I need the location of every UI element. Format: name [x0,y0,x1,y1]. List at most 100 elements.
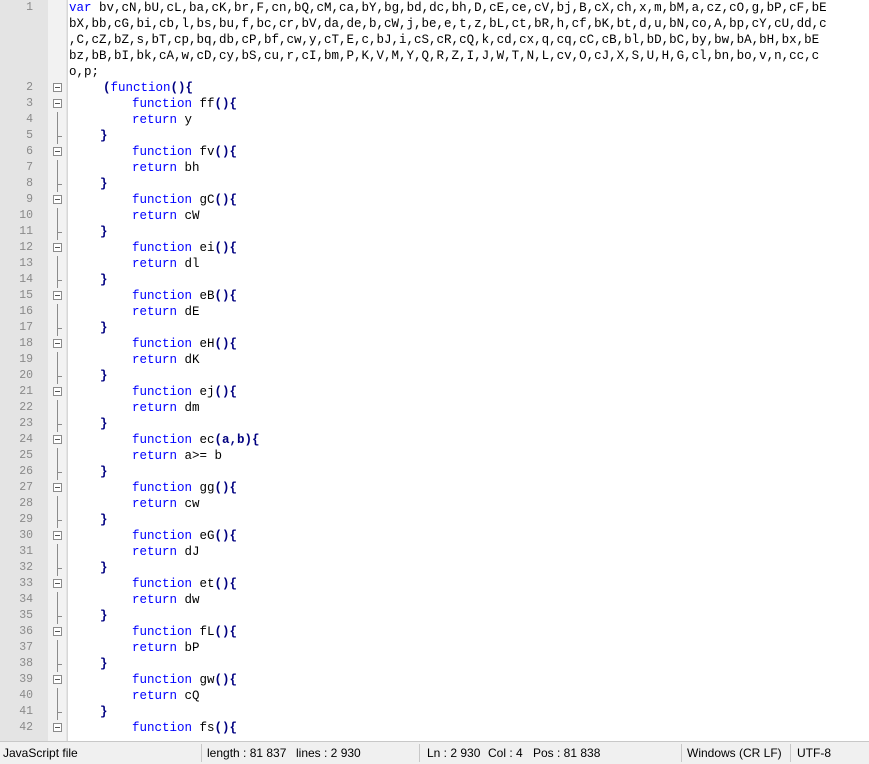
code-line: 33 function et(){ [0,576,869,592]
code-line: 19 return dK [0,352,869,368]
fold-guide [57,112,58,128]
var-list: ,C,cZ,bZ,s,bT,cp,bq,db,cP,bf,cw,y,cT,E,c… [69,33,820,47]
fold-toggle-icon[interactable] [53,96,62,112]
code-line: 12 function ei(){ [0,240,869,256]
code-text: } [100,416,108,432]
code-line: 28 return cw [0,496,869,512]
fold-line [53,496,62,512]
line-number: 20 [19,369,33,382]
brace: } [100,273,108,287]
fold-end-mark [57,280,62,281]
return-value: dm [177,401,200,415]
function-name: gg [192,481,215,495]
keyword: function [132,529,193,543]
code-line: 36 function fL(){ [0,624,869,640]
line-number: 34 [19,593,33,606]
fold-toggle-icon[interactable] [53,480,62,496]
line-number: 12 [19,241,33,254]
code-line: 35} [0,608,869,624]
code-text: return dw [132,592,200,608]
line-number: 31 [19,545,33,558]
keyword: return [132,449,178,463]
fold-guide [57,256,58,272]
fold-line [53,704,62,720]
brace: } [100,705,108,719]
code-text: function ec(a,b){ [132,432,260,448]
code-line: 39 function gw(){ [0,672,869,688]
fold-toggle-icon[interactable] [53,576,62,592]
function-name: ej [192,385,215,399]
code-line: 18 function eH(){ [0,336,869,352]
fold-line [53,560,62,576]
line-number: 8 [26,177,33,190]
minus-icon [53,195,62,204]
code-text: return bh [132,160,200,176]
keyword: function [132,385,193,399]
code-editor[interactable]: 1 var bv,cN,bU,cL,ba,cK,br,F,cn,bQ,cM,ca,… [0,0,869,741]
code-line: 9 function gC(){ [0,192,869,208]
code-text: return cw [132,496,200,512]
fold-toggle-icon[interactable] [53,720,62,736]
fold-toggle-icon[interactable] [53,336,62,352]
return-value: a>= b [177,449,223,463]
line-number: 40 [19,689,33,702]
function-name: gC [192,193,215,207]
code-text: function gw(){ [132,672,237,688]
code-line: 3 function ff(){ [0,96,869,112]
fold-guide [57,688,58,704]
paren: (){ [214,337,238,351]
fold-line [53,304,62,320]
function-name: et [192,577,215,591]
wrapped-segment: bz,bB,bI,bk,cA,w,cD,cy,bS,cu,r,cI,bm,P,K… [69,48,869,64]
code-line: 14} [0,272,869,288]
status-eol-format[interactable]: Windows (CR LF) [687,742,782,764]
brace: } [100,369,108,383]
code-text: function fv(){ [132,144,237,160]
fold-guide [57,208,58,224]
keyword: function [132,145,193,159]
minus-icon [53,531,62,540]
keyword: return [132,353,178,367]
fold-toggle-icon[interactable] [53,672,62,688]
line-number: 27 [19,481,33,494]
line-number: 14 [19,273,33,286]
code-text: } [100,560,108,576]
fold-toggle-icon[interactable] [53,192,62,208]
fold-line [53,512,62,528]
fold-guide [57,352,58,368]
line-number: 35 [19,609,33,622]
fold-guide [57,640,58,656]
fold-line [53,208,62,224]
fold-toggle-icon[interactable] [53,80,62,96]
code-line: 16 return dE [0,304,869,320]
keyword: return [132,401,178,415]
fold-toggle-icon[interactable] [53,144,62,160]
minus-icon [53,243,62,252]
fold-toggle-icon[interactable] [53,528,62,544]
wrapped-segment: var bv,cN,bU,cL,ba,cK,br,F,cn,bQ,cM,ca,b… [69,0,869,16]
fold-end-mark [57,232,62,233]
minus-icon [53,675,62,684]
code-line: 10 return cW [0,208,869,224]
keyword: return [132,641,178,655]
fold-toggle-icon[interactable] [53,240,62,256]
fold-toggle-icon[interactable] [53,432,62,448]
code-line: 2 (function(){ [0,80,869,96]
fold-end-mark [57,136,62,137]
fold-toggle-icon[interactable] [53,624,62,640]
keyword: function [132,289,193,303]
line-number: 4 [26,113,33,126]
fold-toggle-icon[interactable] [53,288,62,304]
code-text: return y [132,112,192,128]
keyword: return [132,497,178,511]
fold-line [53,592,62,608]
brace: } [100,657,108,671]
status-encoding[interactable]: UTF-8 [797,742,831,764]
code-line: 11} [0,224,869,240]
fold-guide [57,496,58,512]
line-number: 3 [26,97,33,110]
fold-line [53,224,62,240]
code-text: return dJ [132,544,200,560]
fold-toggle-icon[interactable] [53,384,62,400]
fold-end-mark [57,424,62,425]
